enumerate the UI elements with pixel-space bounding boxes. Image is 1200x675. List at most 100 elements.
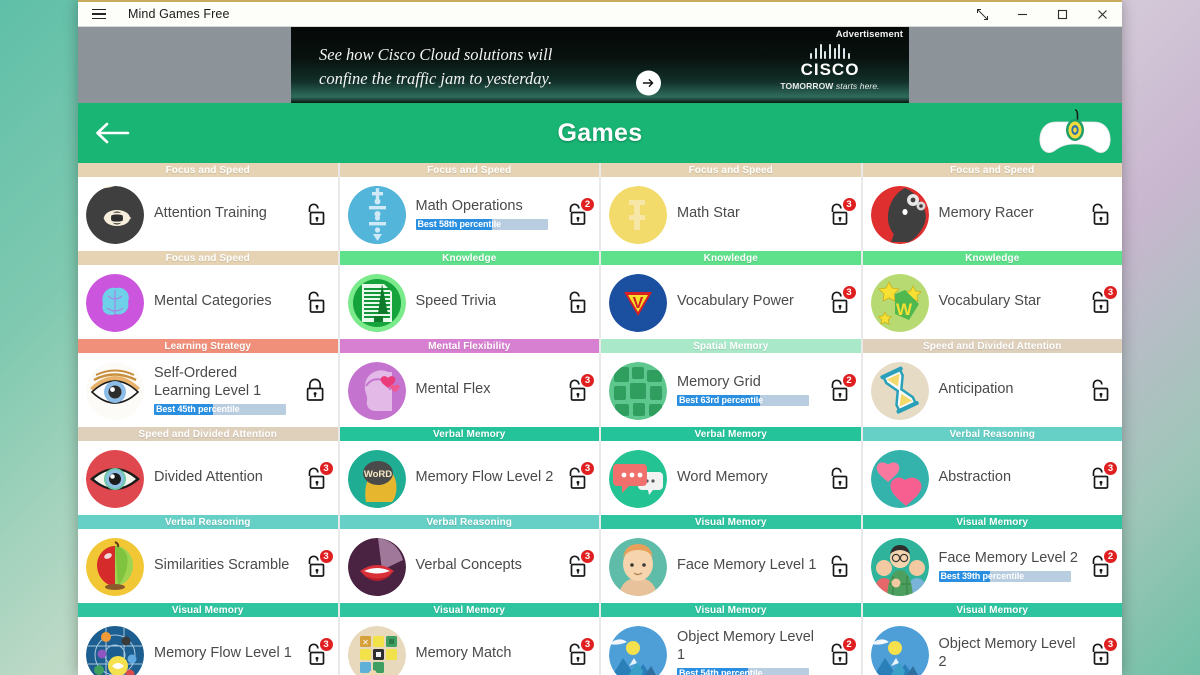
lock-status-unlocked[interactable]: [821, 546, 855, 586]
lock-status-unlocked[interactable]: 3: [298, 634, 334, 674]
game-cell[interactable]: Verbal Reasoning Similarities Scramble 3: [78, 515, 338, 603]
game-cell[interactable]: Verbal Reasoning Abstraction 3: [862, 427, 1122, 515]
game-cell[interactable]: Focus and Speed Memory Racer: [862, 163, 1122, 251]
lock-badge-count: 3: [580, 549, 595, 564]
game-cell[interactable]: Knowledge V Vocabulary Power 3: [601, 251, 861, 339]
game-text: Speed Trivia: [406, 293, 558, 311]
face-memory-1-icon: [609, 538, 667, 596]
game-cell[interactable]: Verbal Memory Word Memory: [601, 427, 861, 515]
game-cell[interactable]: Visual Memory Face Memory Level 1: [601, 515, 861, 603]
back-button[interactable]: [78, 103, 146, 163]
lock-status-unlocked[interactable]: 2: [821, 370, 857, 410]
arrow-right-icon[interactable]: [636, 70, 661, 96]
lock-status-unlocked[interactable]: 3: [298, 546, 334, 586]
lock-status-unlocked[interactable]: 3: [298, 458, 334, 498]
game-cell[interactable]: Verbal Memory WoRD Memory Flow Level 2 3: [339, 427, 599, 515]
game-cell[interactable]: Verbal Reasoning Verbal Concepts 3: [339, 515, 599, 603]
game-cell-body: Anticipation: [863, 353, 1123, 427]
math-operations-icon: [347, 186, 406, 244]
expand-arrows-icon[interactable]: [962, 1, 1002, 28]
hamburger-menu-icon[interactable]: [78, 1, 120, 27]
lock-status-unlocked[interactable]: 2: [1082, 546, 1118, 586]
game-category-label: Focus and Speed: [862, 163, 1122, 177]
unlocked-padlock-icon: [1092, 203, 1109, 225]
lock-status-unlocked[interactable]: [1082, 194, 1116, 234]
cisco-bars-icon: [765, 43, 895, 59]
gamepad-icon[interactable]: [1036, 108, 1114, 158]
game-cell[interactable]: Visual Memory Object Memory Level 1 Best 5…: [601, 603, 861, 675]
game-cell-body: Object Memory Level 1 Best 54th percentil…: [601, 617, 861, 675]
game-text: Memory Match: [406, 645, 558, 663]
memory-grid-icon: [609, 362, 667, 420]
game-cell[interactable]: Focus and Speed Math Star 3: [601, 163, 861, 251]
lock-status-unlocked[interactable]: [559, 282, 593, 322]
lock-status-unlocked[interactable]: [298, 194, 332, 234]
lock-status-unlocked[interactable]: 3: [821, 194, 857, 234]
lock-badge-count: 2: [841, 637, 857, 652]
game-cell[interactable]: Visual Memory Face Memory Level 2 Best 39t…: [862, 515, 1122, 603]
abstraction-icon: [870, 450, 929, 508]
game-text: Vocabulary Star: [929, 293, 1081, 311]
game-cell[interactable]: Visual Memory ✕ Memory Match 3: [339, 603, 599, 675]
arrow-left-icon: [96, 122, 130, 144]
lock-badge-count: 3: [318, 549, 334, 564]
lock-badge-count: 3: [841, 285, 857, 300]
divided-attention-icon: [86, 450, 144, 508]
lock-badge-count: 3: [1103, 637, 1118, 652]
cisco-tagline-rest: starts here.: [833, 81, 880, 91]
game-category-label: Verbal Reasoning: [339, 515, 599, 529]
game-cell[interactable]: Visual Memory Memory Flow Level 1 3: [78, 603, 338, 675]
game-text: Attention Training: [144, 205, 296, 223]
game-cell[interactable]: Focus and Speed Attention Training: [78, 163, 338, 251]
game-name: Face Memory Level 1: [677, 557, 817, 574]
game-cell[interactable]: Visual Memory Object Memory Level 2 3: [862, 603, 1122, 675]
minimize-icon[interactable]: [1002, 1, 1042, 28]
lock-status-locked[interactable]: [298, 370, 332, 410]
memory-racer-icon: [870, 186, 929, 244]
lock-status-unlocked[interactable]: 3: [559, 634, 595, 674]
lock-status-unlocked[interactable]: 2: [559, 194, 595, 234]
lock-status-unlocked[interactable]: [821, 458, 855, 498]
memory-flow-1-icon: [86, 626, 144, 675]
games-grid: Focus and Speed Attention Training Focus a…: [78, 163, 1122, 675]
lock-status-unlocked[interactable]: [298, 282, 332, 322]
game-name: Anticipation: [938, 381, 1014, 398]
object-memory-1-icon: [609, 626, 667, 675]
game-cell[interactable]: Knowledge Speed Trivia: [339, 251, 599, 339]
game-cell[interactable]: Speed and Divided Attention Divided Atten…: [78, 427, 338, 515]
game-name: Memory Grid: [677, 374, 761, 391]
lock-status-unlocked[interactable]: 3: [1082, 282, 1118, 322]
window-controls: [962, 1, 1122, 28]
ad-copy: See how Cisco Cloud solutions will confi…: [319, 45, 553, 88]
lock-status-unlocked[interactable]: 3: [1082, 634, 1118, 674]
lock-status-unlocked[interactable]: [1082, 370, 1116, 410]
cisco-tagline-lead: TOMORROW: [780, 81, 834, 91]
advertisement-banner[interactable]: Advertisement See how Cisco Cloud soluti…: [291, 27, 909, 103]
lock-status-unlocked[interactable]: 2: [821, 634, 857, 674]
lock-badge-count: 3: [1103, 461, 1118, 476]
maximize-icon[interactable]: [1042, 1, 1082, 28]
memory-flow-2-icon: WoRD: [347, 450, 406, 508]
speed-trivia-icon: [347, 274, 406, 332]
game-cell[interactable]: Focus and Speed Math Operations Best 58th …: [339, 163, 599, 251]
lock-status-unlocked[interactable]: 3: [559, 458, 595, 498]
game-cell-body: Math Star 3: [601, 177, 861, 251]
game-name: Similarities Scramble: [154, 557, 290, 574]
lock-status-unlocked[interactable]: 3: [559, 546, 595, 586]
lock-status-unlocked[interactable]: 3: [821, 282, 857, 322]
game-cell[interactable]: Learning Strategy Self-Ordered Learning L…: [78, 339, 338, 427]
game-cell[interactable]: Focus and Speed Mental Categories: [78, 251, 338, 339]
game-cell[interactable]: Mental Flexibility Mental Flex 3: [339, 339, 599, 427]
lock-badge-count: 3: [841, 197, 857, 212]
close-icon[interactable]: [1082, 1, 1122, 28]
game-name: Memory Flow Level 1: [154, 645, 292, 662]
lock-status-unlocked[interactable]: 3: [559, 370, 595, 410]
game-cell[interactable]: Knowledge W Vocabulary Star 3: [862, 251, 1122, 339]
unlocked-padlock-icon: [308, 203, 324, 225]
game-cell[interactable]: Speed and Divided Attention Anticipation: [862, 339, 1123, 427]
game-cell[interactable]: Spatial Memory Memory Grid Best 63rd perce…: [601, 339, 861, 427]
locked-padlock-icon: [306, 378, 323, 401]
game-category-label: Visual Memory: [862, 603, 1122, 617]
lock-status-unlocked[interactable]: 3: [1082, 458, 1118, 498]
mental-flex-icon: [347, 362, 406, 420]
